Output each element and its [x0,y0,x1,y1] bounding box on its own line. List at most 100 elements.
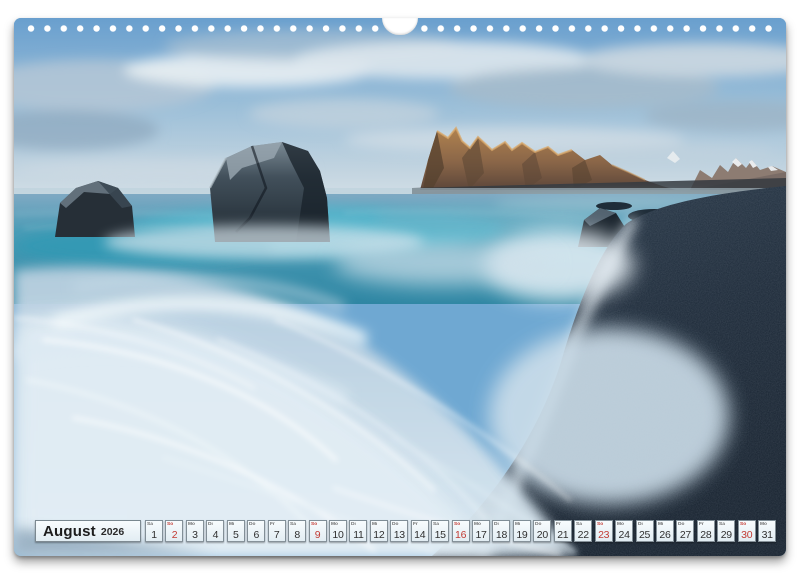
day-number: 11 [350,528,366,541]
weekday-label: Sa [719,522,725,527]
day-cell: Mo 17 [472,520,490,542]
weekday-label: Mi [229,522,234,527]
weekday-label: Do [249,522,255,527]
day-number: 8 [289,528,305,541]
day-cell: Sa 22 [574,520,592,542]
weekday-label: Mi [515,522,520,527]
day-cell: Do 27 [676,520,694,542]
day-number: 12 [371,528,387,541]
day-cell: Di 18 [492,520,510,542]
calendar-page: August 2026 Sa 1 So 2 Mo 3 Di 4 Mi 5 Do … [14,18,786,556]
day-number: 6 [248,528,264,541]
day-number: 19 [514,528,530,541]
day-cell: Sa 8 [288,520,306,542]
calendar-strip: August 2026 Sa 1 So 2 Mo 3 Di 4 Mi 5 Do … [14,520,786,544]
day-cell: Do 6 [247,520,265,542]
day-number: 16 [453,528,469,541]
day-cell: Fr 21 [554,520,572,542]
day-cell: Mi 5 [227,520,245,542]
day-number: 31 [759,528,775,541]
weekday-label: So [597,522,603,527]
month-name: August [43,523,96,540]
weekday-label: So [740,522,746,527]
day-number: 17 [473,528,489,541]
day-number: 30 [739,528,755,541]
day-cell: Fr 14 [411,520,429,542]
weekday-label: So [311,522,317,527]
day-number: 26 [657,528,673,541]
day-cell: Di 4 [206,520,224,542]
day-number: 25 [637,528,653,541]
weekday-label: Fr [699,522,704,527]
day-cell: Sa 1 [145,520,163,542]
day-cell: Mo 24 [615,520,633,542]
day-number: 9 [310,528,326,541]
weekday-label: Mo [474,522,481,527]
day-cell: So 30 [738,520,756,542]
year-label: 2026 [101,524,124,538]
day-cell: Sa 15 [431,520,449,542]
day-cell: Do 13 [390,520,408,542]
weekday-label: Di [638,522,643,527]
day-cell: Fr 7 [268,520,286,542]
day-cell: Mi 12 [370,520,388,542]
day-number: 5 [228,528,244,541]
month-label-box: August 2026 [35,520,141,542]
day-number: 1 [146,528,162,541]
day-number: 23 [596,528,612,541]
weekday-label: So [167,522,173,527]
day-number: 21 [555,528,571,541]
day-cell: Do 20 [533,520,551,542]
day-number: 3 [187,528,203,541]
day-number: 20 [534,528,550,541]
weekday-label: Sa [576,522,582,527]
weekday-label: Di [351,522,356,527]
day-cell: So 2 [165,520,183,542]
day-number: 27 [677,528,693,541]
weekday-label: Fr [556,522,561,527]
day-cell: Mi 19 [513,520,531,542]
day-number: 29 [718,528,734,541]
day-cell: Mo 10 [329,520,347,542]
day-cells-row: Sa 1 So 2 Mo 3 Di 4 Mi 5 Do 6 Fr 7 Sa 8 … [145,520,776,542]
weekday-label: Mo [188,522,195,527]
day-cell: Sa 29 [717,520,735,542]
weekday-label: Sa [147,522,153,527]
day-cell: Di 11 [349,520,367,542]
weekday-label: Mi [372,522,377,527]
day-number: 24 [616,528,632,541]
day-number: 18 [493,528,509,541]
weekday-label: Sa [290,522,296,527]
weekday-label: Fr [270,522,275,527]
weekday-label: So [454,522,460,527]
weekday-label: Di [494,522,499,527]
day-number: 22 [575,528,591,541]
day-number: 15 [432,528,448,541]
weekday-label: Mo [331,522,338,527]
weekday-label: Di [208,522,213,527]
weekday-label: Do [392,522,398,527]
day-number: 2 [166,528,182,541]
weekday-label: Fr [413,522,418,527]
day-cell: So 23 [595,520,613,542]
day-cell: So 16 [452,520,470,542]
day-number: 13 [391,528,407,541]
day-cell: Fr 28 [697,520,715,542]
day-cell: Mo 31 [758,520,776,542]
landscape-photo [14,18,786,556]
day-cell: Mi 26 [656,520,674,542]
weekday-label: Mo [760,522,767,527]
weekday-label: Do [535,522,541,527]
day-cell: So 9 [309,520,327,542]
weekday-label: Do [678,522,684,527]
weekday-label: Mi [658,522,663,527]
day-number: 28 [698,528,714,541]
day-number: 10 [330,528,346,541]
day-number: 7 [269,528,285,541]
weekday-label: Mo [617,522,624,527]
day-number: 4 [207,528,223,541]
day-number: 14 [412,528,428,541]
product-photo-stage: August 2026 Sa 1 So 2 Mo 3 Di 4 Mi 5 Do … [0,0,800,577]
day-cell: Mo 3 [186,520,204,542]
day-cell: Di 25 [636,520,654,542]
